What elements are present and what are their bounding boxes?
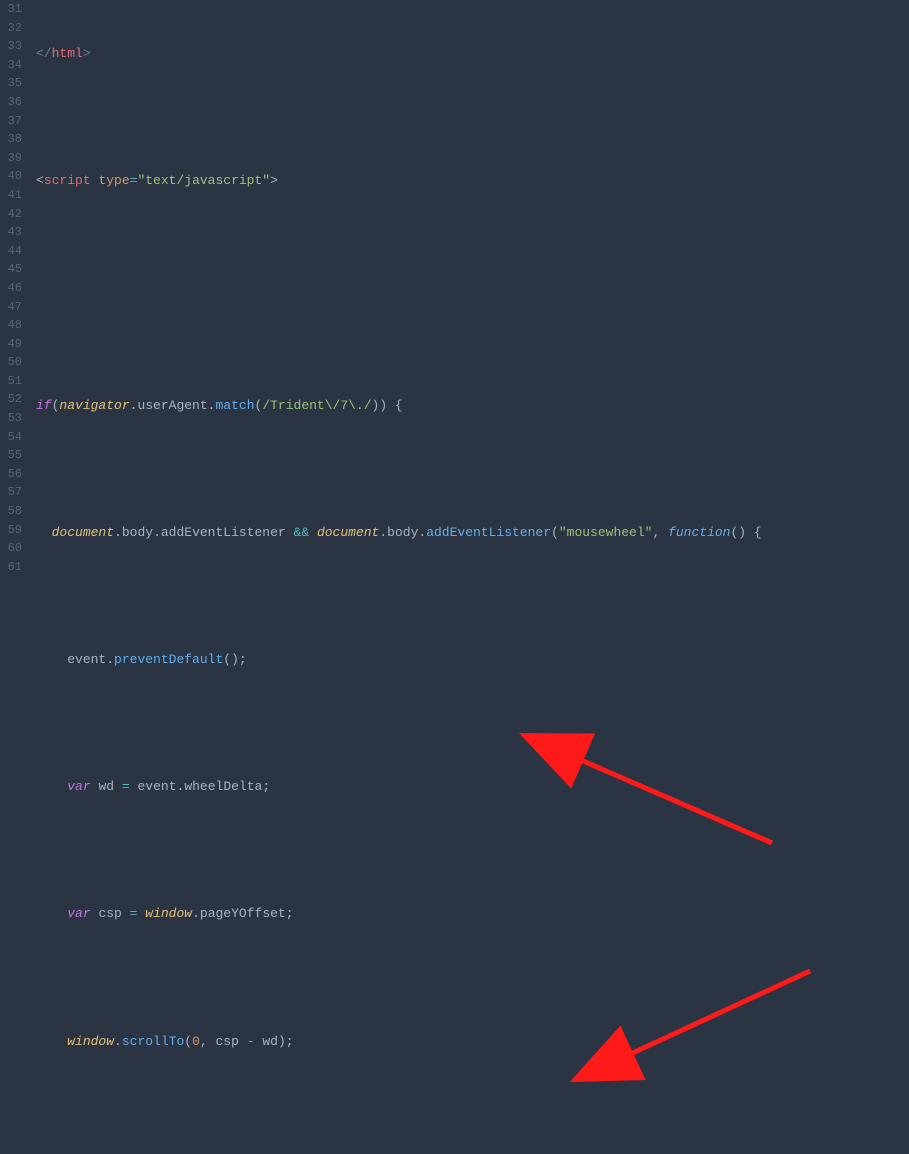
line-number: 38 bbox=[0, 130, 22, 149]
line-number: 31 bbox=[0, 0, 22, 19]
line-number: 53 bbox=[0, 409, 22, 428]
code-line: document.body.addEventListener && docume… bbox=[36, 524, 909, 543]
code-line bbox=[36, 284, 909, 303]
line-number: 52 bbox=[0, 390, 22, 409]
line-number: 41 bbox=[0, 186, 22, 205]
line-number: 59 bbox=[0, 521, 22, 540]
code-line: var wd = event.wheelDelta; bbox=[36, 778, 909, 797]
line-number: 43 bbox=[0, 223, 22, 242]
code-line bbox=[36, 969, 909, 988]
script-open-tag: script bbox=[44, 173, 91, 188]
line-number: 34 bbox=[0, 56, 22, 75]
line-number: 55 bbox=[0, 446, 22, 465]
line-number: 48 bbox=[0, 316, 22, 335]
annotation-arrow bbox=[574, 757, 772, 843]
code-line bbox=[36, 333, 909, 352]
line-number: 32 bbox=[0, 19, 22, 38]
line-number: 58 bbox=[0, 502, 22, 521]
code-line bbox=[36, 587, 909, 606]
line-number: 45 bbox=[0, 260, 22, 279]
code-line bbox=[36, 715, 909, 734]
line-number: 47 bbox=[0, 298, 22, 317]
line-number-gutter: 3132333435363738394041424344454647484950… bbox=[0, 0, 28, 577]
line-number: 42 bbox=[0, 205, 22, 224]
line-number: 36 bbox=[0, 93, 22, 112]
code-area[interactable]: </html> <script type="text/javascript"> … bbox=[28, 0, 909, 577]
line-number: 61 bbox=[0, 558, 22, 577]
line-number: 51 bbox=[0, 372, 22, 391]
code-line: if(navigator.userAgent.match(/Trident\/7… bbox=[36, 397, 909, 416]
code-line: event.preventDefault(); bbox=[36, 651, 909, 670]
line-number: 33 bbox=[0, 37, 22, 56]
code-line: </html> bbox=[36, 45, 909, 64]
line-number: 50 bbox=[0, 353, 22, 372]
code-line bbox=[36, 842, 909, 861]
code-line: var csp = window.pageYOffset; bbox=[36, 905, 909, 924]
line-number: 40 bbox=[0, 167, 22, 186]
line-number: 56 bbox=[0, 465, 22, 484]
code-line: <script type="text/javascript"> bbox=[36, 172, 909, 191]
line-number: 49 bbox=[0, 335, 22, 354]
line-number: 54 bbox=[0, 428, 22, 447]
code-line bbox=[36, 460, 909, 479]
code-line: window.scrollTo(0, csp - wd); bbox=[36, 1033, 909, 1052]
code-line bbox=[36, 109, 909, 128]
close-html-tag: html bbox=[52, 46, 83, 61]
line-number: 57 bbox=[0, 483, 22, 502]
line-number: 35 bbox=[0, 74, 22, 93]
line-number: 39 bbox=[0, 149, 22, 168]
code-line bbox=[36, 1096, 909, 1115]
line-number: 60 bbox=[0, 539, 22, 558]
code-editor[interactable]: 3132333435363738394041424344454647484950… bbox=[0, 0, 909, 577]
code-line bbox=[36, 236, 909, 255]
line-number: 44 bbox=[0, 242, 22, 261]
line-number: 46 bbox=[0, 279, 22, 298]
line-number: 37 bbox=[0, 112, 22, 131]
